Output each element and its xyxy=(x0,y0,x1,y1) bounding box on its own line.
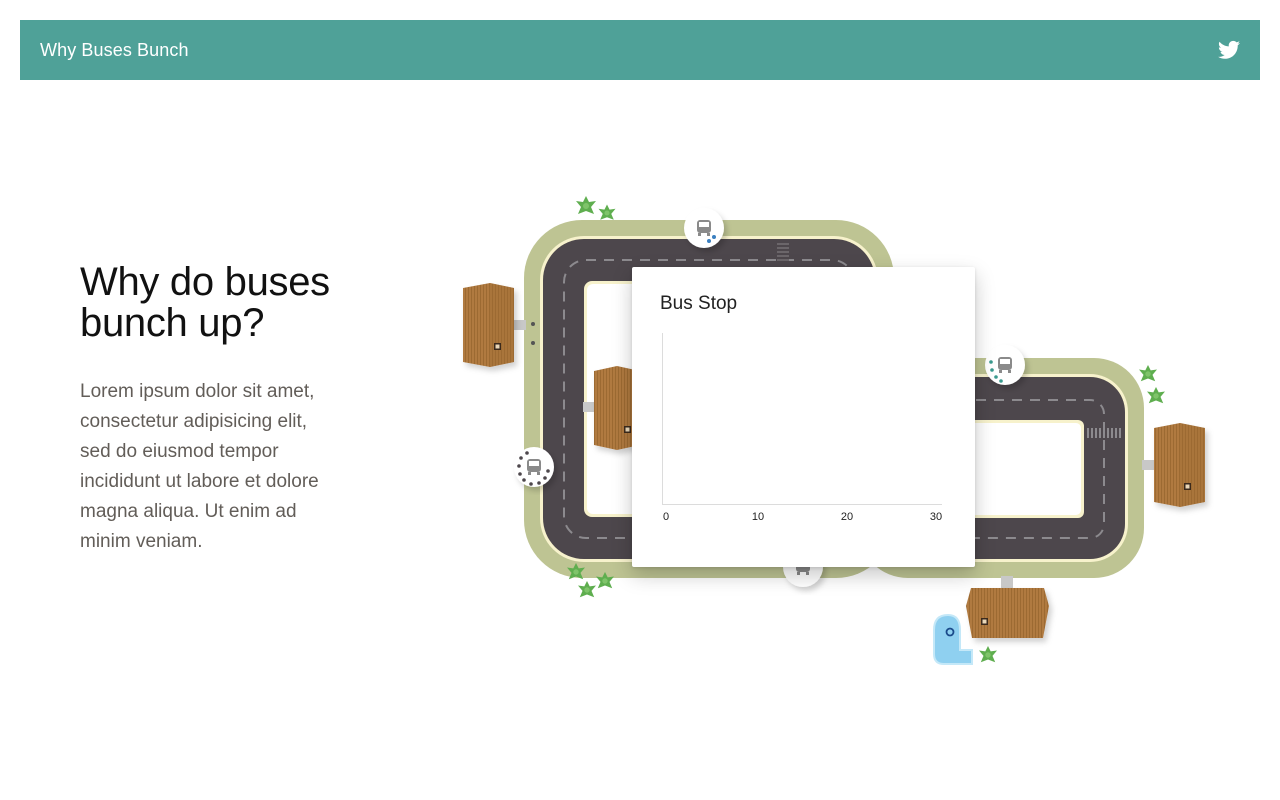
tree-icon xyxy=(578,581,596,598)
x-tick-label: 30 xyxy=(929,511,943,523)
bus-stop-card: Bus Stop 0 10 20 30 xyxy=(632,267,975,567)
heading-line-2: bunch up? xyxy=(80,301,265,345)
page-heading: Why do buses bunch up? xyxy=(80,262,340,344)
x-tick-label: 20 xyxy=(840,511,854,523)
intro-paragraph: Lorem ipsum dolor sit amet, consectetur … xyxy=(80,381,319,552)
pond xyxy=(933,613,973,665)
app-title[interactable]: Why Buses Bunch xyxy=(40,40,189,61)
building-right xyxy=(1154,423,1205,507)
bus-stop-right[interactable] xyxy=(985,345,1025,385)
tree-icon xyxy=(1147,387,1165,404)
twitter-icon[interactable] xyxy=(1218,40,1240,60)
tree-icon xyxy=(979,646,997,663)
top-bar: Why Buses Bunch xyxy=(20,20,1260,80)
bus-stop-left[interactable] xyxy=(514,447,554,487)
x-tick-label: 10 xyxy=(751,511,765,523)
crosswalk-top xyxy=(777,243,789,261)
tree-icon xyxy=(596,572,614,589)
chart-y-axis xyxy=(662,333,663,504)
tree-icon xyxy=(567,563,585,580)
chart-x-axis xyxy=(662,504,942,505)
card-title: Bus Stop xyxy=(660,293,738,314)
x-tick-label: 0 xyxy=(662,511,670,523)
intro-section: Why do buses bunch up? Lorem ipsum dolor… xyxy=(80,262,340,557)
heading-line-1: Why do buses xyxy=(80,260,330,304)
bus-stop-top[interactable] xyxy=(684,208,724,248)
crosswalk-right xyxy=(1087,428,1121,438)
building-left xyxy=(463,283,514,367)
pedestrians xyxy=(531,322,535,345)
tree-icon xyxy=(1139,365,1157,382)
tree-icon xyxy=(576,196,596,214)
tree-icon xyxy=(598,204,616,220)
building-bottom xyxy=(966,588,1049,638)
